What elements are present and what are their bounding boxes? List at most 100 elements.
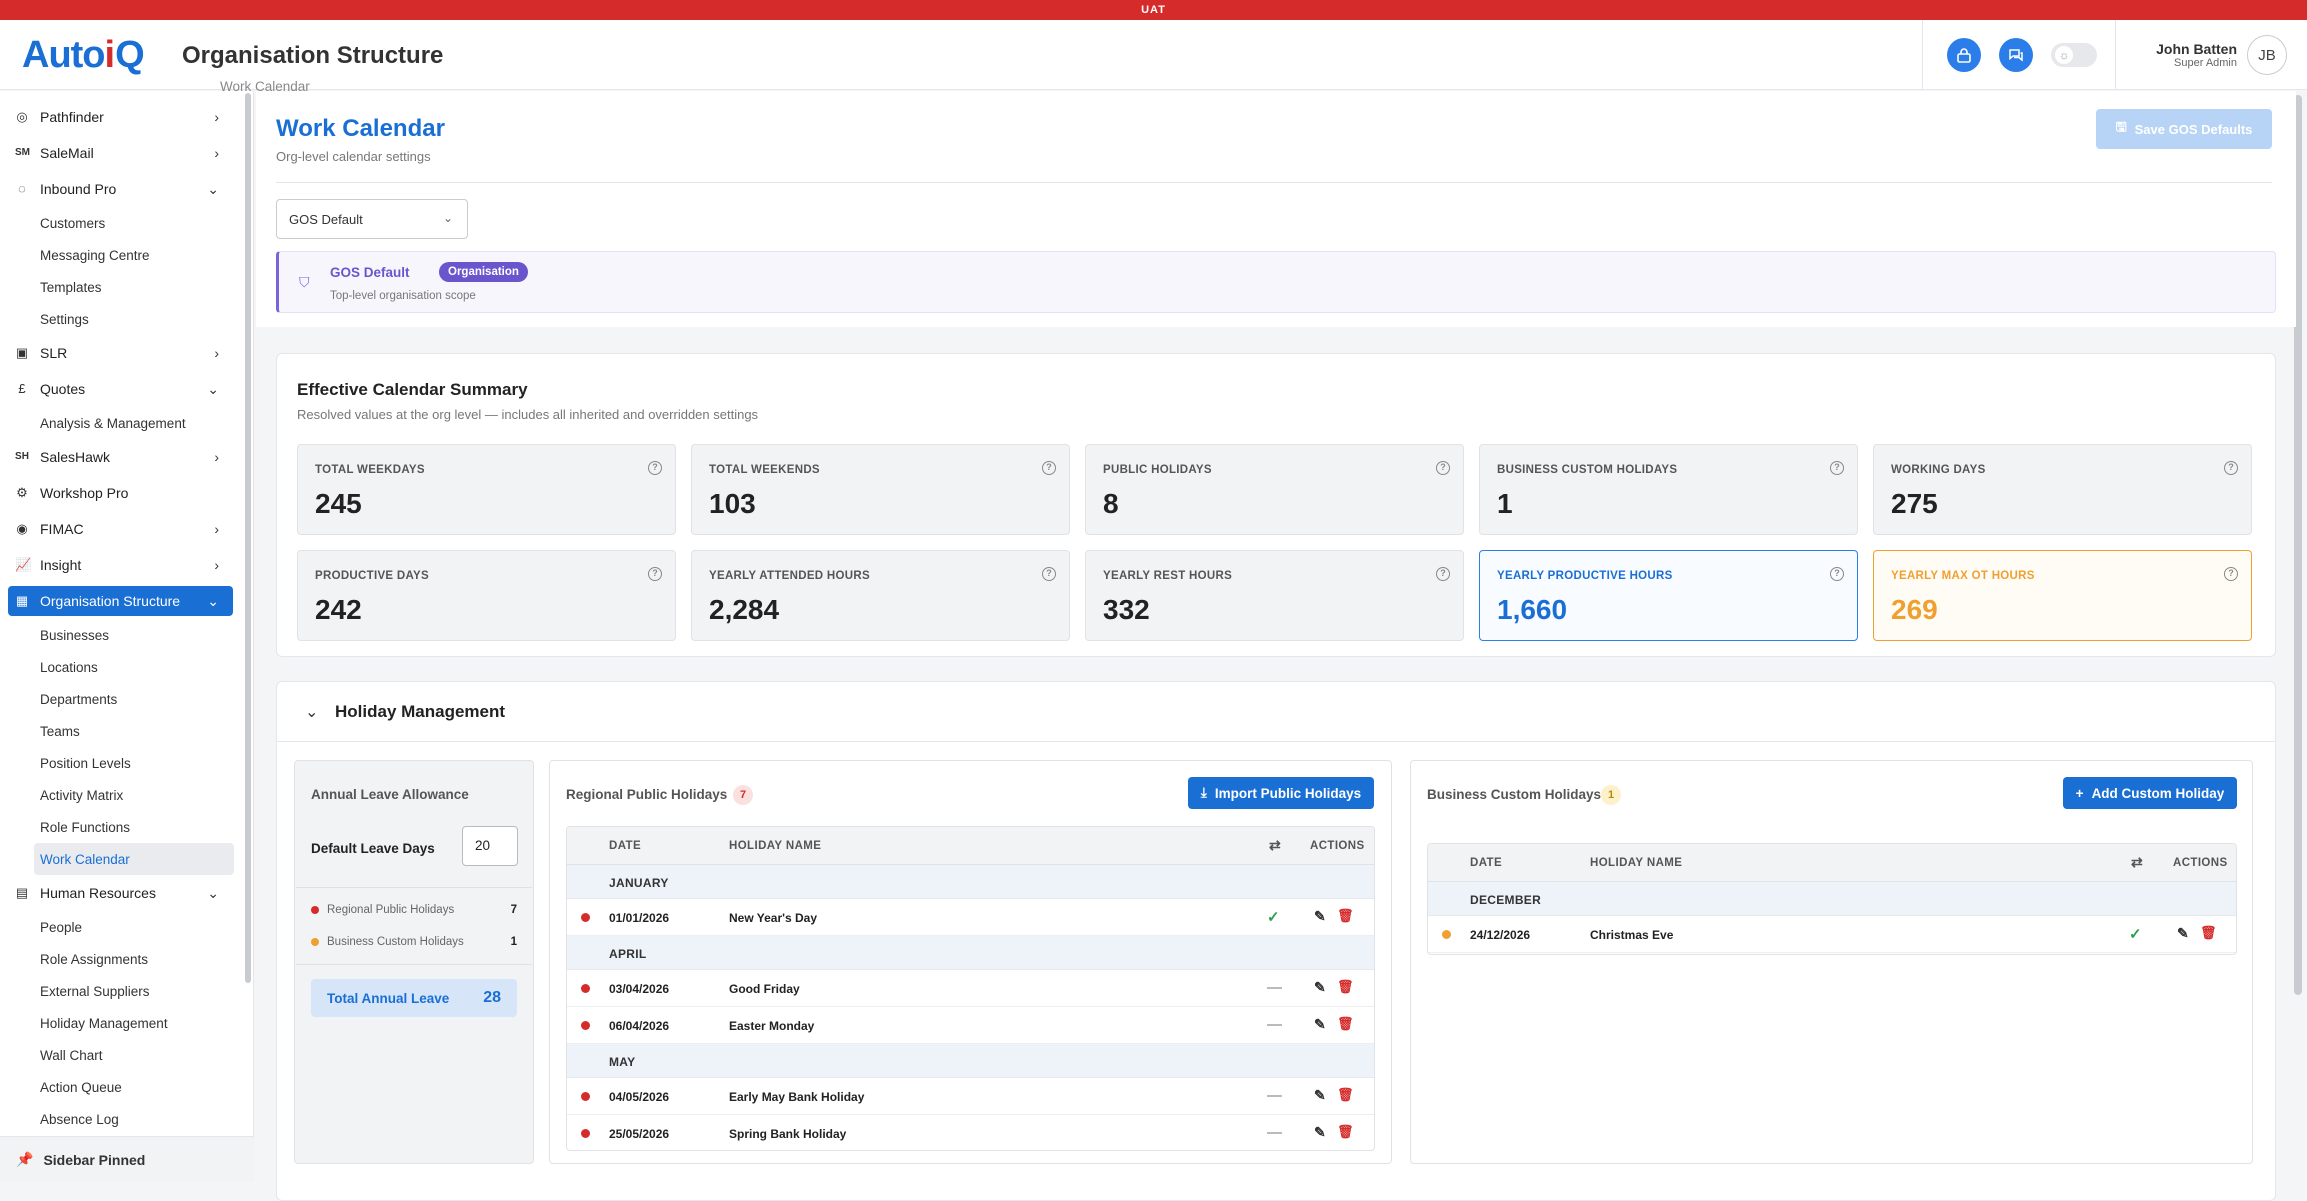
sidebar-item-fimac[interactable]: ◉ FIMAC › bbox=[8, 511, 233, 547]
table-header: DATE HOLIDAY NAME ⇄ ACTIONS bbox=[567, 827, 1374, 865]
avatar[interactable]: JB bbox=[2247, 35, 2287, 75]
save-gos-defaults-button[interactable]: 🖫 Save GOS Defaults bbox=[2096, 109, 2272, 149]
edit-icon[interactable]: ✎ bbox=[1314, 908, 1326, 925]
sidebar-subitem-role-functions[interactable]: Role Functions bbox=[8, 811, 233, 843]
sidebar-subitem-customers[interactable]: Customers bbox=[8, 207, 233, 239]
sidebar-subitem-businesses[interactable]: Businesses bbox=[8, 619, 233, 651]
sidebar-subitem-departments[interactable]: Departments bbox=[8, 683, 233, 715]
sidebar-item-inbound-pro[interactable]: ◌ Inbound Pro ⌄ bbox=[8, 171, 233, 207]
sidebar-subitem-role-assignments[interactable]: Role Assignments bbox=[8, 943, 233, 975]
edit-icon[interactable]: ✎ bbox=[1314, 1016, 1326, 1033]
help-icon[interactable]: ? bbox=[2224, 567, 2238, 581]
default-leave-days-input[interactable]: 20 bbox=[462, 826, 518, 866]
add-custom-holiday-button[interactable]: + Add Custom Holiday bbox=[2063, 777, 2237, 809]
col-date: DATE bbox=[1470, 857, 1503, 869]
fimac-icon: ◉ bbox=[16, 521, 28, 536]
sidebar-scrollbar[interactable] bbox=[245, 93, 251, 983]
main-content: Work Calendar Org-level calendar setting… bbox=[256, 91, 2296, 1201]
app-logo[interactable]: Auto i Q bbox=[22, 34, 145, 76]
divider bbox=[296, 887, 532, 888]
edit-icon[interactable]: ✎ bbox=[1314, 1124, 1326, 1141]
sidebar-item-pathfinder[interactable]: ◎ Pathfinder › bbox=[8, 99, 233, 135]
holiday-date: 25/05/2026 bbox=[609, 1127, 670, 1141]
delete-icon[interactable]: 🗑 bbox=[1337, 1124, 1354, 1140]
salemail-icon: SM bbox=[15, 147, 30, 158]
chat-icon[interactable] bbox=[1999, 38, 2034, 72]
holiday-name: Early May Bank Holiday bbox=[729, 1090, 865, 1104]
sidebar-subitem-action-queue[interactable]: Action Queue bbox=[8, 1071, 233, 1103]
import-public-holidays-button[interactable]: ⤓ Import Public Holidays bbox=[1188, 777, 1374, 809]
status-dot bbox=[311, 937, 319, 946]
calendar-summary-panel: Effective Calendar Summary Resolved valu… bbox=[276, 353, 2276, 657]
chevron-down-icon: ⌄ bbox=[442, 211, 453, 225]
sidebar-item-slr[interactable]: ▣ SLR › bbox=[8, 335, 233, 371]
sidebar-item-human-resources[interactable]: ▤ Human Resources ⌄ bbox=[8, 875, 233, 911]
divider bbox=[296, 964, 532, 965]
divider bbox=[1922, 20, 1924, 90]
lock-icon[interactable] bbox=[1947, 38, 1982, 72]
user-menu[interactable]: John Batten Super Admin JB bbox=[2116, 35, 2307, 75]
sidebar-subitem-locations[interactable]: Locations bbox=[8, 651, 233, 683]
sidebar-subitem-work-calendar[interactable]: Work Calendar bbox=[34, 843, 234, 875]
delete-icon[interactable]: 🗑 bbox=[1337, 1016, 1354, 1032]
status-dot bbox=[581, 1021, 590, 1030]
sidebar-subitem-absence-log[interactable]: Absence Log bbox=[8, 1103, 233, 1135]
stat-value: 103 bbox=[709, 488, 756, 519]
sidebar-subitem-holiday-management[interactable]: Holiday Management bbox=[8, 1007, 233, 1039]
sidebar-subitem-analysis[interactable]: Analysis & Management bbox=[8, 407, 233, 439]
sidebar-pin-toggle[interactable]: 📌 Sidebar Pinned bbox=[0, 1136, 254, 1182]
help-icon[interactable]: ? bbox=[648, 461, 662, 475]
sidebar-subitem-teams[interactable]: Teams bbox=[8, 715, 233, 747]
delete-icon[interactable]: 🗑 bbox=[1337, 979, 1354, 995]
chevron-down-icon[interactable]: ⌄ bbox=[305, 702, 318, 722]
top-bar: Auto i Q Organisation Structure Work Calend… bbox=[0, 20, 2307, 94]
help-icon[interactable]: ? bbox=[1042, 461, 1056, 475]
stat-label: YEARLY ATTENDED HOURS bbox=[709, 570, 870, 582]
edit-icon[interactable]: ✎ bbox=[1314, 1087, 1326, 1104]
col-holiday-name: HOLIDAY NAME bbox=[1590, 857, 1683, 869]
sidebar-item-insight[interactable]: 📈 Insight › bbox=[8, 547, 233, 583]
delete-icon[interactable]: 🗑 bbox=[1337, 1087, 1354, 1103]
scope-select[interactable]: GOS Default ⌄ bbox=[276, 199, 468, 239]
help-icon[interactable]: ? bbox=[1830, 567, 1844, 581]
edit-icon[interactable]: ✎ bbox=[1314, 979, 1326, 996]
save-icon: 🖫 bbox=[2115, 119, 2127, 134]
edit-icon[interactable]: ✎ bbox=[2177, 925, 2189, 942]
help-icon[interactable]: ? bbox=[1042, 567, 1056, 581]
holiday-date: 03/04/2026 bbox=[609, 982, 670, 996]
sidebar-subitem-messaging-centre[interactable]: Messaging Centre bbox=[8, 239, 233, 271]
help-icon[interactable]: ? bbox=[1436, 461, 1450, 475]
help-icon[interactable]: ? bbox=[648, 567, 662, 581]
sidebar-item-label: Insight bbox=[40, 557, 82, 573]
holiday-management-header[interactable]: ⌄ Holiday Management bbox=[277, 682, 2275, 742]
sidebar-subitem-external-suppliers[interactable]: External Suppliers bbox=[8, 975, 233, 1007]
sidebar-subitem-wall-chart[interactable]: Wall Chart bbox=[8, 1039, 233, 1071]
delete-icon[interactable]: 🗑 bbox=[2200, 925, 2217, 941]
help-icon[interactable]: ? bbox=[2224, 461, 2238, 475]
stat-label: PRODUCTIVE DAYS bbox=[315, 570, 429, 582]
sidebar-subitem-templates[interactable]: Templates bbox=[8, 271, 233, 303]
compass-icon: ◎ bbox=[16, 109, 28, 124]
sidebar-subitem-settings[interactable]: Settings bbox=[8, 303, 233, 335]
chevron-right-icon: › bbox=[214, 145, 219, 161]
help-icon[interactable]: ? bbox=[1830, 461, 1844, 475]
page-subtitle: Org-level calendar settings bbox=[276, 149, 431, 164]
sidebar-item-saleshawk[interactable]: SH SalesHawk › bbox=[8, 439, 233, 475]
sidebar-item-salemail[interactable]: SM SaleMail › bbox=[8, 135, 233, 171]
sidebar-item-workshop-pro[interactable]: ⚙ Workshop Pro bbox=[8, 475, 233, 511]
sidebar-subitem-position-levels[interactable]: Position Levels bbox=[8, 747, 233, 779]
theme-toggle[interactable]: ☼ bbox=[2051, 43, 2098, 67]
sync-icon[interactable]: ⇄ bbox=[1269, 837, 1281, 854]
sidebar-item-quotes[interactable]: £ Quotes ⌄ bbox=[8, 371, 233, 407]
status-dot bbox=[581, 1129, 590, 1138]
sidebar-item-organisation-structure[interactable]: ▦ Organisation Structure ⌄ bbox=[8, 586, 233, 616]
stat-label: PUBLIC HOLIDAYS bbox=[1103, 464, 1212, 476]
help-icon[interactable]: ? bbox=[1436, 567, 1450, 581]
sync-icon[interactable]: ⇄ bbox=[2131, 854, 2143, 871]
stat-value: 8 bbox=[1103, 488, 1119, 519]
delete-icon[interactable]: 🗑 bbox=[1337, 908, 1354, 924]
sidebar-subitem-activity-matrix[interactable]: Activity Matrix bbox=[8, 779, 233, 811]
sidebar-subitem-people[interactable]: People bbox=[8, 911, 233, 943]
chevron-right-icon: › bbox=[214, 449, 219, 465]
stat-label: WORKING DAYS bbox=[1891, 464, 1986, 476]
